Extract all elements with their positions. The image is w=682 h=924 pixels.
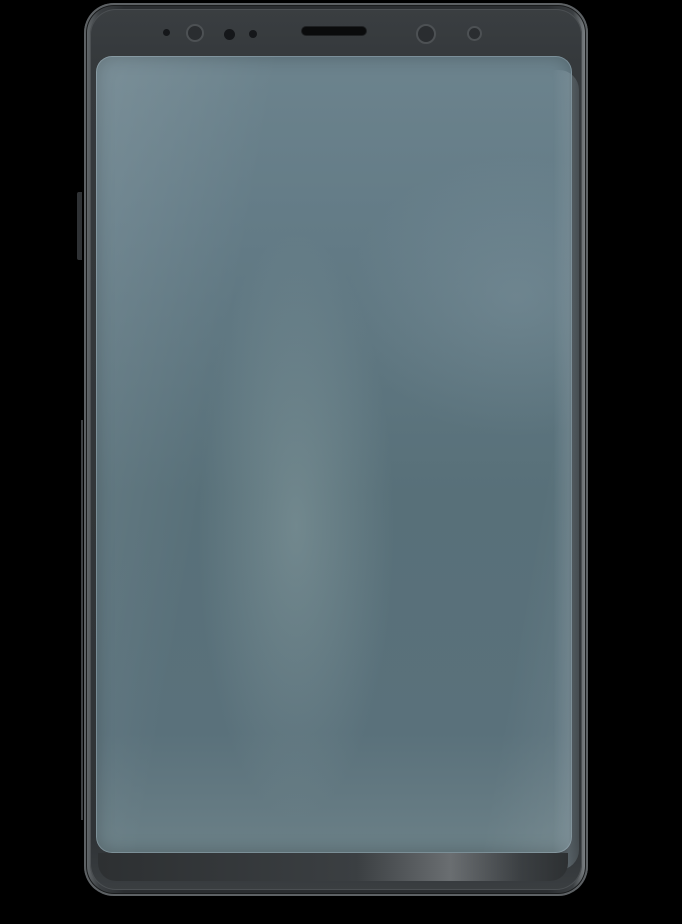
- phone-screen: [96, 56, 572, 853]
- phone-bottom-bezel: [98, 853, 568, 881]
- light-sensor-icon: [249, 30, 257, 38]
- phone-side-edge: [81, 420, 83, 820]
- phone-side-button: [77, 192, 82, 260]
- proximity-sensor-icon: [163, 29, 170, 36]
- iris-scanner-icon: [186, 24, 204, 42]
- sensor-icon: [467, 26, 482, 41]
- front-camera-ring-icon: [416, 24, 436, 44]
- front-camera-icon: [224, 29, 235, 40]
- curved-glass-edge: [553, 70, 579, 870]
- image-stage: [0, 0, 682, 924]
- earpiece-icon: [302, 27, 366, 35]
